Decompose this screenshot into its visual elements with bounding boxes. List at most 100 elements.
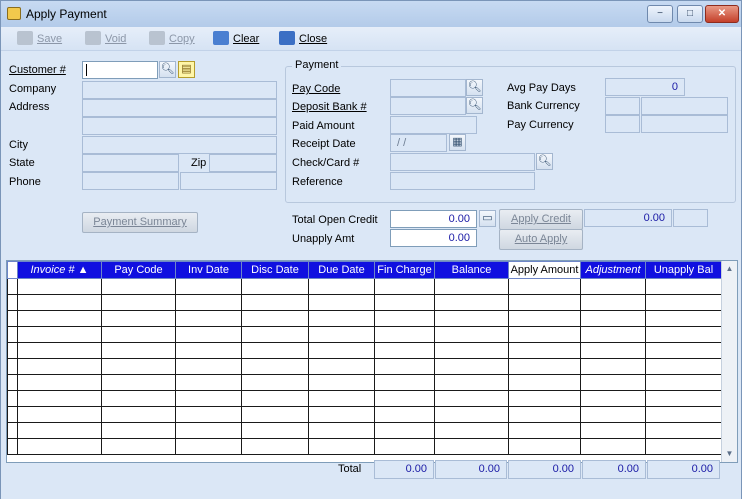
table-row[interactable] [7,358,722,375]
table-cell[interactable] [434,278,509,295]
table-cell[interactable] [508,358,581,375]
table-cell[interactable] [374,358,435,375]
table-cell[interactable] [580,422,646,439]
table-cell[interactable] [374,310,435,327]
table-cell[interactable] [434,422,509,439]
table-cell[interactable] [508,422,581,439]
table-row[interactable] [7,326,722,343]
table-cell[interactable] [241,342,309,359]
table-cell[interactable] [308,342,375,359]
copy-button[interactable]: Copy [149,30,195,48]
table-cell[interactable] [308,310,375,327]
table-cell[interactable] [101,278,176,295]
clear-button[interactable]: Clear [213,30,259,48]
check-card-search-button[interactable]: 🔍︎ [536,153,553,170]
row-selector-cell[interactable] [7,294,18,311]
table-row[interactable] [7,390,722,407]
table-cell[interactable] [508,278,581,295]
column-header-fin-charge[interactable]: Fin Charge [374,261,435,279]
table-cell[interactable] [645,358,722,375]
paid-amount-field[interactable] [390,116,477,134]
table-row[interactable] [7,294,722,311]
table-cell[interactable] [175,278,242,295]
table-cell[interactable] [508,406,581,423]
customer-note-button[interactable]: ▤ [178,61,195,78]
customer-search-button[interactable]: 🔍︎ [159,61,176,78]
row-selector-cell[interactable] [7,326,18,343]
table-cell[interactable] [101,390,176,407]
table-cell[interactable] [434,294,509,311]
table-cell[interactable] [101,294,176,311]
column-header-balance[interactable]: Balance [434,261,509,279]
table-cell[interactable] [241,374,309,391]
table-cell[interactable] [580,374,646,391]
table-cell[interactable] [17,390,102,407]
table-cell[interactable] [308,422,375,439]
column-header-inv-date[interactable]: Inv Date [175,261,242,279]
table-cell[interactable] [508,326,581,343]
table-cell[interactable] [101,310,176,327]
table-cell[interactable] [17,278,102,295]
table-cell[interactable] [580,294,646,311]
column-header-pay-code[interactable]: Pay Code [101,261,176,279]
table-cell[interactable] [241,390,309,407]
payment-summary-button[interactable]: Payment Summary [82,212,198,233]
table-cell[interactable] [101,326,176,343]
table-cell[interactable] [241,358,309,375]
table-cell[interactable] [645,438,722,455]
column-header-invoice[interactable]: Invoice # ▲ [17,261,102,279]
table-cell[interactable] [434,342,509,359]
save-button[interactable]: Save [17,30,62,48]
table-cell[interactable] [434,326,509,343]
reference-field[interactable] [390,172,535,190]
table-cell[interactable] [101,342,176,359]
deposit-bank-search-button[interactable]: 🔍︎ [466,97,483,114]
table-cell[interactable] [580,278,646,295]
table-cell[interactable] [434,374,509,391]
column-header-disc-date[interactable]: Disc Date [241,261,309,279]
table-cell[interactable] [241,310,309,327]
scroll-up-arrow-icon[interactable]: ▲ [724,262,735,276]
table-cell[interactable] [374,390,435,407]
table-cell[interactable] [434,438,509,455]
table-cell[interactable] [308,438,375,455]
table-cell[interactable] [308,326,375,343]
table-cell[interactable] [580,406,646,423]
table-row[interactable] [7,406,722,423]
customer-number-input[interactable] [82,61,158,79]
row-selector-cell[interactable] [7,438,18,455]
table-cell[interactable] [308,390,375,407]
table-cell[interactable] [645,406,722,423]
column-header-apply-amount[interactable]: Apply Amount [508,261,581,279]
table-cell[interactable] [508,438,581,455]
table-cell[interactable] [374,438,435,455]
row-selector-cell[interactable] [7,422,18,439]
table-cell[interactable] [175,342,242,359]
row-selector-cell[interactable] [7,310,18,327]
table-cell[interactable] [241,438,309,455]
table-cell[interactable] [580,390,646,407]
table-cell[interactable] [434,310,509,327]
table-cell[interactable] [17,294,102,311]
check-card-field[interactable] [390,153,535,171]
table-cell[interactable] [508,374,581,391]
table-row[interactable] [7,422,722,439]
table-cell[interactable] [175,438,242,455]
row-selector-cell[interactable] [7,374,18,391]
table-cell[interactable] [175,310,242,327]
table-row[interactable] [7,374,722,391]
table-cell[interactable] [374,278,435,295]
table-cell[interactable] [101,358,176,375]
table-cell[interactable] [241,278,309,295]
table-cell[interactable] [241,326,309,343]
table-cell[interactable] [580,342,646,359]
table-cell[interactable] [645,326,722,343]
table-cell[interactable] [374,326,435,343]
table-cell[interactable] [308,278,375,295]
table-cell[interactable] [175,358,242,375]
table-cell[interactable] [308,374,375,391]
table-cell[interactable] [374,422,435,439]
table-cell[interactable] [101,422,176,439]
table-cell[interactable] [17,326,102,343]
grid-vertical-scrollbar[interactable]: ▲ ▼ [721,261,737,462]
